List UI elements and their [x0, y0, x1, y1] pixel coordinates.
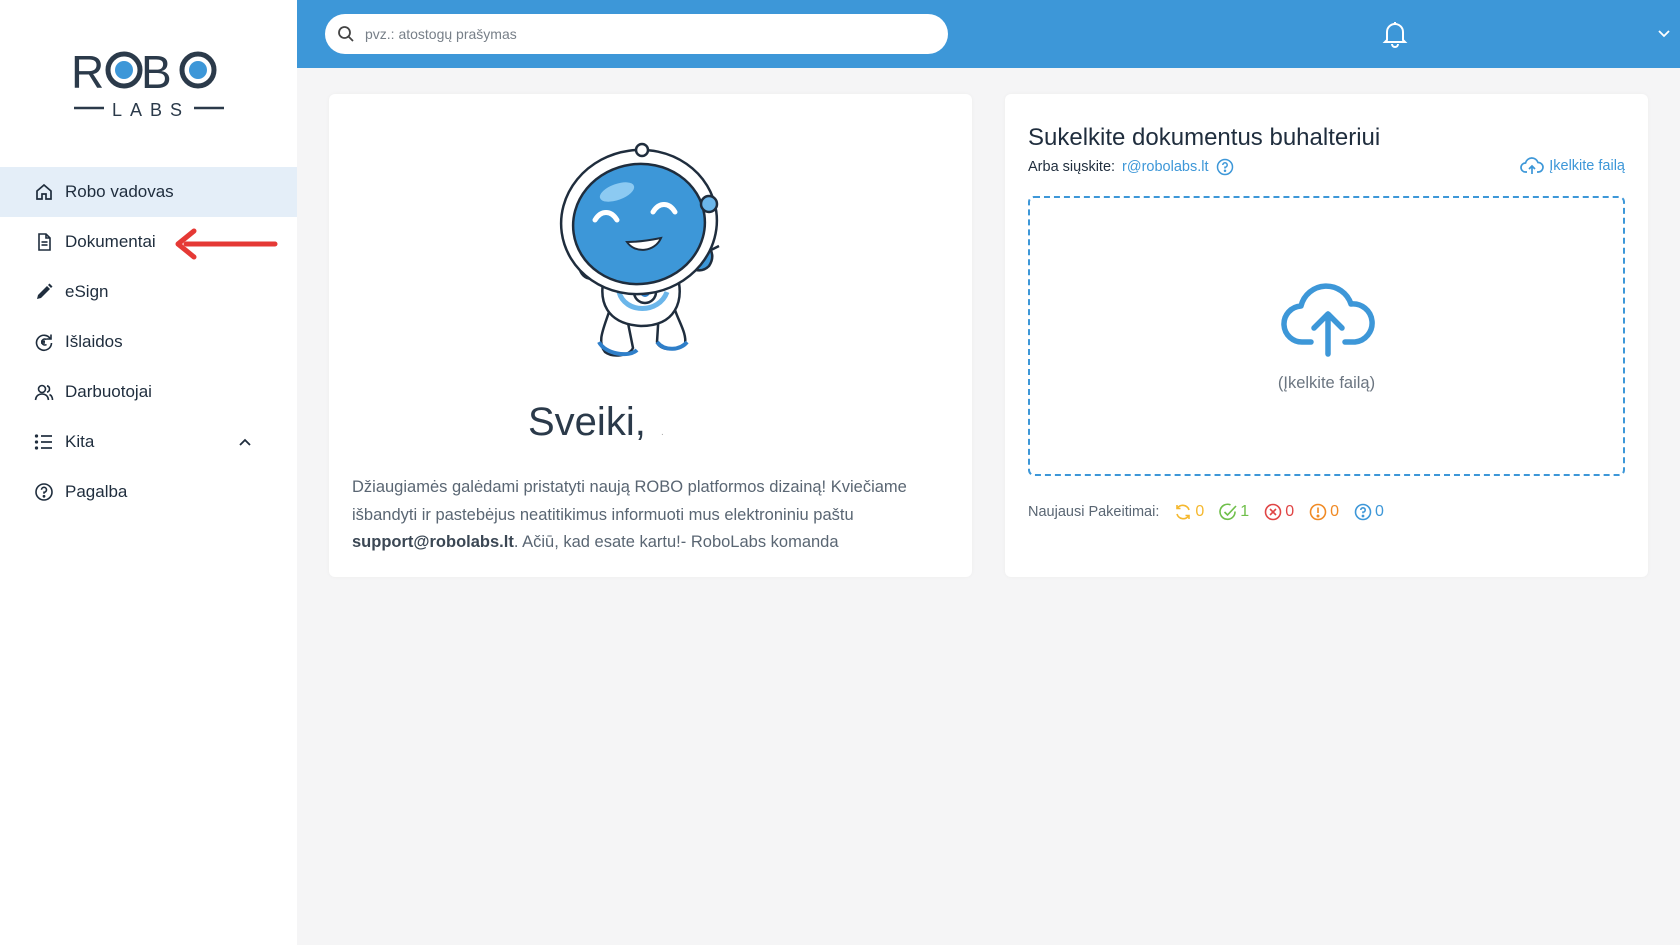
- welcome-text-part2: . Ačiū, kad esate kartu!- RoboLabs koman…: [513, 533, 839, 551]
- home-icon: [34, 182, 54, 202]
- file-dropzone[interactable]: (Įkelkite failą): [1028, 196, 1625, 476]
- svg-text:B: B: [141, 46, 172, 98]
- search-input[interactable]: [365, 26, 948, 42]
- sidebar: R B LABS Robo vadovas Dokumentai eSign I…: [0, 0, 297, 945]
- support-email: support@robolabs.lt: [352, 533, 514, 551]
- help-circle-icon: [34, 482, 54, 502]
- top-bar: [297, 0, 1680, 68]
- sidebar-item-pagalba[interactable]: Pagalba: [0, 467, 297, 517]
- send-by-email-row: Arba siųskite: r@robolabs.lt: [1028, 158, 1234, 176]
- upload-card: Sukelkite dokumentus buhalteriui Arba si…: [1005, 94, 1648, 577]
- greeting: Sveiki, .: [528, 400, 664, 445]
- robot-mascot-image: [559, 142, 720, 357]
- pen-icon: [34, 282, 54, 302]
- sidebar-item-label: Pagalba: [65, 482, 128, 501]
- upload-link-label: Įkelkite failą: [1549, 158, 1625, 174]
- x-circle-icon: [1264, 503, 1282, 521]
- welcome-card: Sveiki, . Džiaugiamės galėdami pristatyt…: [329, 94, 972, 577]
- euro-refresh-icon: [34, 332, 54, 352]
- sidebar-item-robo-vadovas[interactable]: Robo vadovas: [0, 167, 297, 217]
- sidebar-item-darbuotojai[interactable]: Darbuotojai: [0, 367, 297, 417]
- stat-value: 0: [1375, 503, 1384, 520]
- send-email-link[interactable]: r@robolabs.lt: [1122, 159, 1208, 175]
- question-circle-icon[interactable]: [1216, 158, 1234, 176]
- recent-changes: Naujausi Pakeitimai: 0 1 0 0 0: [1028, 502, 1384, 522]
- red-arrow-annotation: [175, 228, 278, 260]
- chevron-up-icon[interactable]: [237, 434, 253, 450]
- sidebar-item-label: Išlaidos: [65, 332, 123, 351]
- cloud-upload-icon: [1281, 283, 1375, 357]
- chevron-down-icon[interactable]: [1656, 26, 1672, 42]
- stat-done[interactable]: 1: [1218, 502, 1249, 522]
- send-label: Arba siųskite:: [1028, 159, 1116, 175]
- search-icon: [338, 26, 354, 42]
- stat-question[interactable]: 0: [1353, 502, 1384, 522]
- document-icon: [34, 232, 54, 252]
- stat-rejected[interactable]: 0: [1263, 502, 1294, 522]
- sidebar-item-label: Dokumentai: [65, 232, 156, 251]
- stat-value: 1: [1240, 503, 1250, 520]
- alert-circle-icon: [1309, 503, 1327, 521]
- question-circle-icon: [1354, 503, 1372, 521]
- cloud-upload-icon: [1520, 157, 1545, 174]
- upload-file-link[interactable]: Įkelkite failą: [1520, 156, 1625, 176]
- stat-value: 0: [1285, 503, 1295, 520]
- processing-icon: [1176, 504, 1191, 520]
- sidebar-item-esign[interactable]: eSign: [0, 267, 297, 317]
- greeting-suffix: .: [660, 427, 664, 438]
- search-bar[interactable]: [325, 14, 948, 54]
- dropzone-label: (Įkelkite failą): [1277, 374, 1376, 392]
- svg-text:R: R: [74, 46, 103, 98]
- sidebar-nav: Robo vadovas Dokumentai eSign Išlaidos D…: [0, 167, 297, 517]
- greeting-text: Sveiki,: [528, 400, 646, 444]
- sidebar-item-label: eSign: [65, 282, 109, 301]
- stat-value: 0: [1195, 503, 1205, 520]
- sidebar-item-islaidos[interactable]: Išlaidos: [0, 317, 297, 367]
- welcome-message: Džiaugiamės galėdami pristatyti naują RO…: [352, 474, 952, 557]
- robolabs-logo[interactable]: R B LABS: [74, 46, 224, 122]
- sidebar-item-label: Robo vadovas: [65, 182, 174, 201]
- check-circle-icon: [1219, 503, 1237, 521]
- changes-label: Naujausi Pakeitimai:: [1028, 504, 1160, 520]
- welcome-text-part1: Džiaugiamės galėdami pristatyti naują RO…: [352, 478, 907, 524]
- logo-sub-text: LABS: [112, 100, 190, 120]
- list-icon: [34, 432, 54, 452]
- stat-value: 0: [1330, 503, 1339, 520]
- sidebar-item-label: Kita: [65, 432, 95, 451]
- stat-warning[interactable]: 0: [1308, 502, 1339, 522]
- sidebar-item-label: Darbuotojai: [65, 382, 152, 401]
- upload-title: Sukelkite dokumentus buhalteriui: [1028, 124, 1381, 151]
- stat-processing[interactable]: 0: [1173, 502, 1204, 522]
- users-icon: [34, 382, 54, 402]
- bell-icon[interactable]: [1382, 20, 1408, 48]
- sidebar-item-kita[interactable]: Kita: [0, 417, 297, 467]
